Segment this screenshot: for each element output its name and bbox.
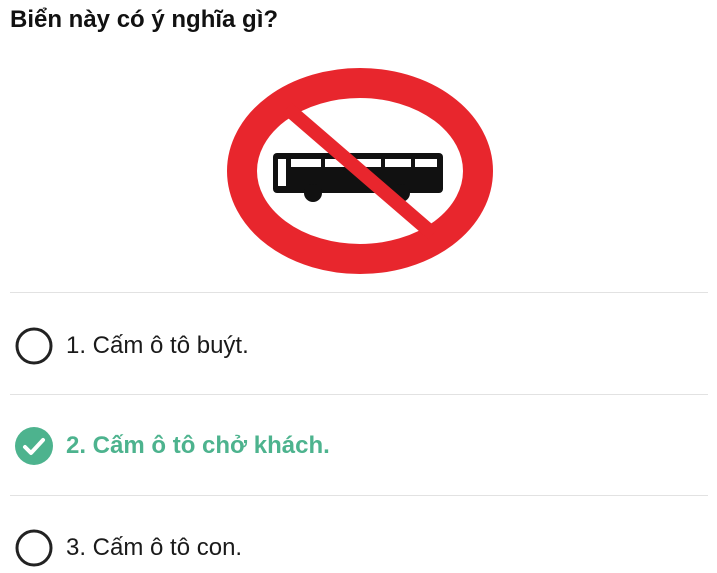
divider <box>10 394 708 395</box>
radio-empty-icon[interactable] <box>14 528 54 568</box>
check-circle-icon[interactable] <box>14 426 54 466</box>
answer-option-1[interactable]: 1. Cấm ô tô buýt. <box>14 324 704 368</box>
divider <box>10 495 708 496</box>
no-bus-sign-image <box>225 68 495 274</box>
bus-wheel-front <box>304 184 322 202</box>
answer-option-2[interactable]: 2. Cấm ô tô chở khách. <box>14 424 704 468</box>
divider <box>10 292 708 293</box>
answer-label: 2. Cấm ô tô chở khách. <box>66 432 330 459</box>
answer-label: 3. Cấm ô tô con. <box>66 534 243 561</box>
no-bus-sign-icon <box>227 68 493 274</box>
radio-empty-icon[interactable] <box>14 326 54 366</box>
question-title: Biển này có ý nghĩa gì? <box>10 6 279 33</box>
answer-option-3[interactable]: 3. Cấm ô tô con. <box>14 526 704 570</box>
answer-label: 1. Cấm ô tô buýt. <box>66 332 249 359</box>
